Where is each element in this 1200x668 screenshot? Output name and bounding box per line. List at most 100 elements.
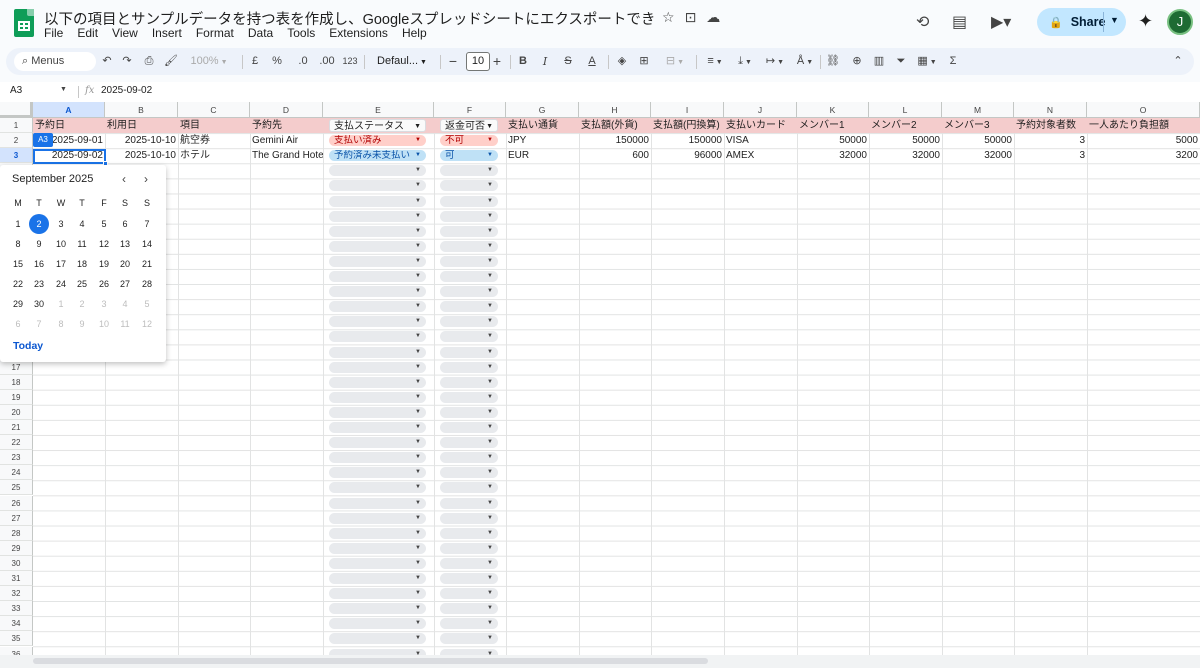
empty-dropdown-chip[interactable]: ▼: [440, 527, 498, 539]
table-cell[interactable]: 32000: [869, 148, 942, 163]
empty-dropdown-chip[interactable]: ▼: [329, 240, 426, 252]
empty-dropdown-chip[interactable]: ▼: [440, 588, 498, 600]
empty-dropdown-chip[interactable]: ▼: [329, 255, 426, 267]
calendar-day[interactable]: 10: [94, 315, 114, 333]
row-header-31[interactable]: 31: [0, 571, 33, 587]
empty-dropdown-chip[interactable]: ▼: [440, 361, 498, 373]
column-header-h[interactable]: H: [579, 102, 651, 118]
calendar-day[interactable]: 9: [29, 235, 49, 253]
table-cell[interactable]: 96000: [651, 148, 724, 163]
row-header-21[interactable]: 21: [0, 420, 33, 436]
column-header-n[interactable]: N: [1014, 102, 1087, 118]
calendar-day[interactable]: 5: [137, 295, 157, 313]
calendar-day[interactable]: 24: [51, 275, 71, 293]
borders-icon[interactable]: ⊞: [636, 48, 652, 75]
scrollbar-thumb[interactable]: [33, 658, 708, 664]
calendar-day[interactable]: 3: [94, 295, 114, 313]
empty-dropdown-chip[interactable]: ▼: [440, 452, 498, 464]
row-header-26[interactable]: 26: [0, 495, 33, 511]
empty-dropdown-chip[interactable]: ▼: [329, 527, 426, 539]
column-header-f[interactable]: F: [434, 102, 506, 118]
calendar-day[interactable]: 12: [137, 315, 157, 333]
column-header-b[interactable]: B: [105, 102, 178, 118]
calendar-day[interactable]: 3: [51, 215, 71, 233]
empty-dropdown-chip[interactable]: ▼: [329, 391, 426, 403]
table-cell[interactable]: JPY: [506, 133, 579, 148]
row-header-23[interactable]: 23: [0, 450, 33, 466]
empty-dropdown-chip[interactable]: ▼: [440, 286, 498, 298]
calendar-day[interactable]: 5: [94, 215, 114, 233]
share-button[interactable]: 🔒 Share ▼: [1037, 8, 1126, 36]
column-header-d[interactable]: D: [250, 102, 323, 118]
calendar-day[interactable]: 15: [8, 255, 28, 273]
table-cell[interactable]: 3200: [1087, 148, 1200, 163]
empty-dropdown-chip[interactable]: ▼: [329, 437, 426, 449]
table-cell[interactable]: 2025-10-10: [105, 148, 178, 163]
empty-dropdown-chip[interactable]: ▼: [329, 331, 426, 343]
empty-dropdown-chip[interactable]: ▼: [440, 557, 498, 569]
chevron-right-icon[interactable]: ›: [144, 172, 148, 186]
empty-dropdown-chip[interactable]: ▼: [329, 482, 426, 494]
empty-dropdown-chip[interactable]: ▼: [440, 573, 498, 584]
header-cell[interactable]: 一人あたり負担額: [1087, 118, 1200, 133]
text-wrap-icon[interactable]: ↦ ▼: [762, 48, 788, 75]
calendar-day[interactable]: 8: [8, 235, 28, 253]
row-header-32[interactable]: 32: [0, 586, 33, 602]
menu-data[interactable]: Data: [248, 26, 279, 40]
font-select[interactable]: Defaul... ▼: [370, 48, 434, 75]
table-cell[interactable]: 2025-10-10: [105, 133, 178, 148]
empty-dropdown-chip[interactable]: ▼: [329, 542, 426, 554]
move-folder-icon[interactable]: ⊡: [685, 9, 697, 26]
empty-dropdown-chip[interactable]: ▼: [440, 391, 498, 403]
empty-dropdown-chip[interactable]: ▼: [329, 633, 426, 645]
empty-dropdown-chip[interactable]: ▼: [440, 618, 498, 630]
empty-dropdown-chip[interactable]: ▼: [329, 406, 426, 418]
text-color-icon[interactable]: A: [584, 48, 600, 75]
empty-dropdown-chip[interactable]: ▼: [440, 271, 498, 282]
empty-dropdown-chip[interactable]: ▼: [440, 603, 498, 615]
empty-dropdown-chip[interactable]: ▼: [329, 361, 426, 373]
formula-input[interactable]: 2025-09-02: [101, 85, 152, 96]
today-button[interactable]: Today: [13, 340, 43, 352]
row-header-28[interactable]: 28: [0, 525, 33, 541]
zoom-select[interactable]: 100% ▼: [186, 48, 232, 75]
header-dropdown-chip[interactable]: 支払ステータス ▼: [329, 119, 426, 132]
column-header-e[interactable]: E: [323, 102, 434, 118]
table-cell[interactable]: Gemini Air: [250, 133, 323, 148]
table-cell[interactable]: 50000: [869, 133, 942, 148]
calendar-day[interactable]: 26: [94, 275, 114, 293]
menu-help[interactable]: Help: [402, 26, 433, 40]
row-header-24[interactable]: 24: [0, 465, 33, 481]
menu-tools[interactable]: Tools: [287, 26, 321, 40]
percent-format-button[interactable]: %: [270, 48, 284, 75]
table-cell[interactable]: The Grand Hotel: [250, 148, 323, 163]
calendar-day[interactable]: 12: [94, 235, 114, 253]
text-rotation-icon[interactable]: Å ▼: [792, 48, 818, 75]
vertical-align-icon[interactable]: ⤓ ▼: [732, 48, 758, 75]
horizontal-align-icon[interactable]: ≡ ▼: [702, 48, 728, 75]
calendar-day[interactable]: 20: [115, 255, 135, 273]
empty-dropdown-chip[interactable]: ▼: [440, 210, 498, 222]
calendar-day[interactable]: 2: [72, 295, 92, 313]
sheets-logo-icon[interactable]: [14, 9, 34, 37]
header-cell[interactable]: 利用日: [105, 118, 178, 133]
empty-dropdown-chip[interactable]: ▼: [440, 180, 498, 192]
italic-icon[interactable]: I: [538, 48, 552, 75]
empty-dropdown-chip[interactable]: ▼: [329, 271, 426, 282]
empty-dropdown-chip[interactable]: ▼: [440, 165, 498, 177]
empty-dropdown-chip[interactable]: ▼: [329, 618, 426, 630]
calendar-day[interactable]: 28: [137, 275, 157, 293]
table-cell[interactable]: VISA: [724, 133, 797, 148]
calendar-day[interactable]: 11: [115, 315, 135, 333]
row-header-18[interactable]: 18: [0, 374, 33, 390]
row-header-20[interactable]: 20: [0, 404, 33, 420]
column-header-k[interactable]: K: [797, 102, 869, 118]
row-header-2[interactable]: 2: [0, 133, 33, 149]
horizontal-scrollbar[interactable]: [0, 655, 1200, 668]
empty-dropdown-chip[interactable]: ▼: [440, 406, 498, 418]
empty-dropdown-chip[interactable]: ▼: [440, 301, 498, 313]
empty-dropdown-chip[interactable]: ▼: [329, 165, 426, 177]
calendar-day[interactable]: 7: [29, 315, 49, 333]
refund-chip[interactable]: 可 ▼: [440, 150, 498, 162]
row-header-27[interactable]: 27: [0, 510, 33, 526]
